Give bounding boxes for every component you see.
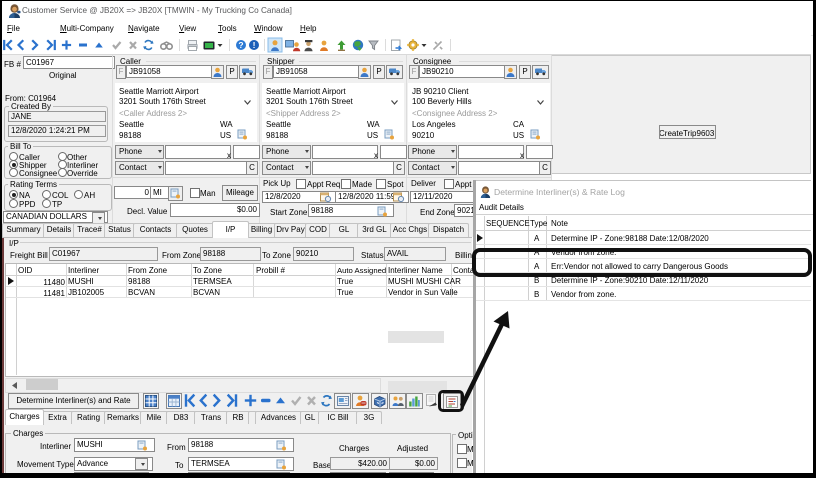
svg-text:!: ! bbox=[253, 40, 256, 50]
svg-text:?: ? bbox=[238, 40, 243, 50]
